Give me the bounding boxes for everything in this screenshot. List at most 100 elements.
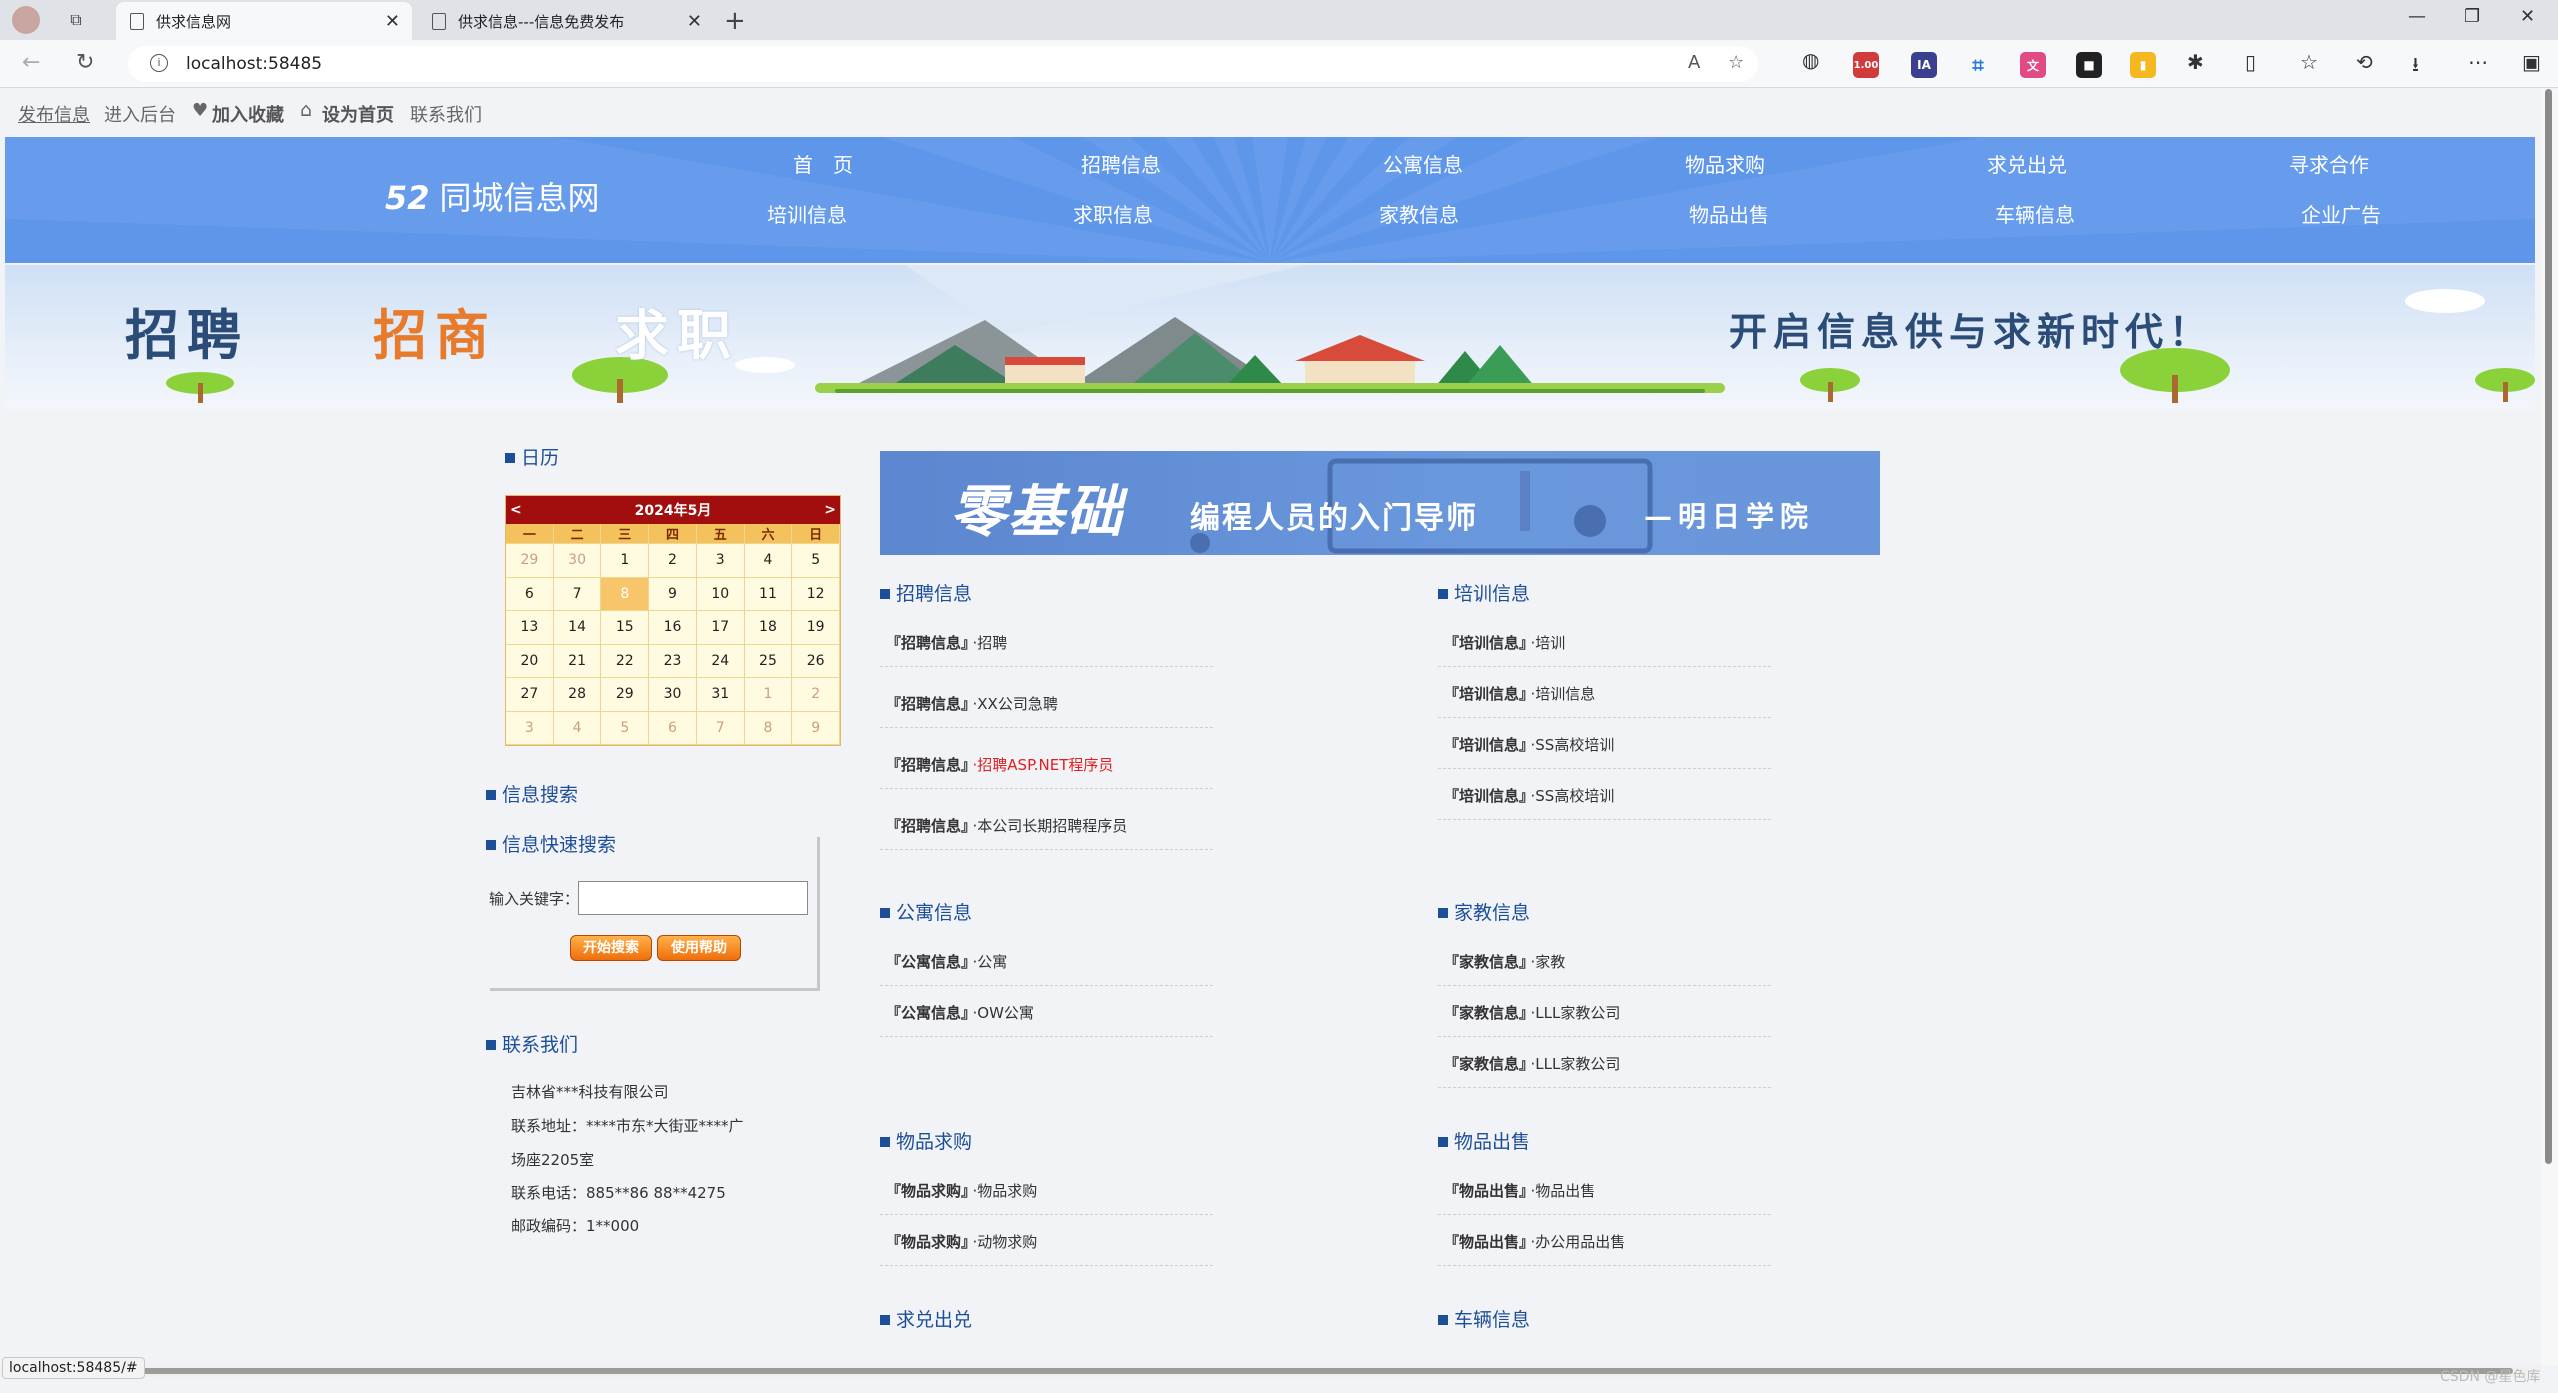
calendar-day[interactable]: 3	[696, 544, 745, 578]
calendar-day[interactable]: 5	[601, 711, 650, 745]
start-search-button[interactable]: 开始搜索	[570, 935, 652, 961]
list-item[interactable]: 『招聘信息』 ·招聘ASP.NET程序员	[880, 753, 1213, 789]
calendar-day[interactable]: 1	[744, 678, 793, 712]
vertical-scrollbar[interactable]	[2541, 89, 2558, 1365]
calendar-day[interactable]: 6	[506, 577, 554, 611]
extension-translate-icon[interactable]: 文	[2020, 52, 2046, 78]
calendar-day[interactable]: 28	[553, 678, 602, 712]
item-title[interactable]: ·物品求购	[973, 1182, 1038, 1200]
list-item[interactable]: 『招聘信息』 ·本公司长期招聘程序员	[880, 814, 1213, 850]
extension-crop-icon[interactable]: ⌗	[1965, 52, 1991, 78]
calendar-day[interactable]: 20	[506, 644, 554, 678]
item-title[interactable]: ·办公用品出售	[1531, 1233, 1626, 1251]
list-item[interactable]: 『培训信息』 ·SS高校培训	[1438, 784, 1771, 820]
read-aloud-icon[interactable]: A	[1688, 52, 1700, 73]
calendar-day[interactable]: 16	[649, 611, 697, 645]
item-title[interactable]: ·LLL家教公司	[1531, 1055, 1621, 1073]
list-item[interactable]: 『物品求购』 ·动物求购	[880, 1230, 1213, 1266]
calendar-day[interactable]: 19	[792, 611, 841, 645]
menu-tutor[interactable]: 家教信息	[1339, 199, 1499, 228]
horizontal-scrollbar[interactable]	[0, 1365, 2541, 1377]
calendar-day[interactable]: 10	[696, 577, 745, 611]
help-button[interactable]: 使用帮助	[657, 935, 741, 961]
item-title[interactable]: ·SS高校培训	[1531, 787, 1615, 805]
calendar-day[interactable]: 23	[649, 644, 697, 678]
back-icon[interactable]: ←	[22, 50, 40, 75]
calendar-day[interactable]: 14	[553, 611, 602, 645]
item-title[interactable]: ·SS高校培训	[1531, 736, 1615, 754]
maximize-icon[interactable]: ❐	[2464, 6, 2480, 27]
item-title[interactable]: ·物品出售	[1531, 1182, 1596, 1200]
menu-transfer[interactable]: 求兑出兑	[1947, 149, 2107, 178]
list-item[interactable]: 『家教信息』 ·家教	[1438, 950, 1771, 986]
list-item[interactable]: 『公寓信息』 ·OW公寓	[880, 1001, 1213, 1037]
extension-badge-icon[interactable]: 1.00	[1853, 52, 1879, 78]
item-title[interactable]: ·培训信息	[1531, 685, 1596, 703]
calendar-day[interactable]: 18	[744, 611, 793, 645]
calendar-day[interactable]: 4	[744, 544, 793, 578]
new-tab-icon[interactable]: +	[724, 6, 746, 36]
contact-us-link[interactable]: 联系我们	[410, 101, 482, 127]
calendar-day[interactable]: 12	[792, 577, 841, 611]
calendar-day[interactable]: 9	[792, 711, 841, 745]
post-info-link[interactable]: 发布信息	[18, 101, 90, 127]
calendar-day[interactable]: 11	[744, 577, 793, 611]
calendar-day[interactable]: 8	[744, 711, 793, 745]
calendar-day[interactable]: 29	[601, 678, 650, 712]
calendar-day[interactable]: 2	[649, 544, 697, 578]
vehicle-section-title[interactable]: 车辆信息	[1438, 1305, 1530, 1332]
calendar-day[interactable]: 30	[649, 678, 697, 712]
sidebar-toggle-icon[interactable]: ▣	[2522, 50, 2541, 74]
prev-month-button[interactable]: <	[510, 502, 522, 518]
calendar-day[interactable]: 7	[553, 577, 602, 611]
calendar-day[interactable]: 21	[553, 644, 602, 678]
keyword-input[interactable]	[578, 881, 808, 915]
item-title[interactable]: ·LLL家教公司	[1531, 1004, 1621, 1022]
close-window-icon[interactable]: ✕	[2520, 6, 2535, 27]
minimize-icon[interactable]: —	[2408, 6, 2426, 27]
extension-earth-icon[interactable]: ◍	[1802, 48, 1819, 72]
split-screen-icon[interactable]: ▯	[2245, 50, 2256, 74]
calendar-day[interactable]: 25	[744, 644, 793, 678]
list-item[interactable]: 『招聘信息』 ·招聘	[880, 631, 1213, 667]
menu-buy[interactable]: 物品求购	[1645, 149, 1805, 178]
calendar-day[interactable]: 6	[649, 711, 697, 745]
calendar-day[interactable]: 26	[792, 644, 841, 678]
calendar-day[interactable]: 13	[506, 611, 554, 645]
list-item[interactable]: 『培训信息』 ·培训	[1438, 631, 1771, 667]
list-item[interactable]: 『培训信息』 ·培训信息	[1438, 682, 1771, 718]
calendar-day[interactable]: 30	[553, 544, 602, 578]
calendar-day[interactable]: 29	[506, 544, 554, 578]
menu-recruit[interactable]: 招聘信息	[1041, 149, 1201, 178]
ad-banner[interactable]: 零基础 编程人员的入门导师 —明日学院	[880, 451, 1880, 555]
item-title[interactable]: ·动物求购	[973, 1233, 1038, 1251]
next-month-button[interactable]: >	[824, 502, 836, 518]
calendar-day[interactable]: 9	[649, 577, 697, 611]
menu-training[interactable]: 培训信息	[727, 199, 887, 228]
tab-1[interactable]: 供求信息网 ✕	[116, 2, 412, 40]
add-favorite-link[interactable]: 加入收藏	[212, 101, 284, 127]
extensions-puzzle-icon[interactable]: ✱	[2187, 50, 2204, 74]
training-section-title[interactable]: 培训信息	[1438, 579, 1530, 606]
set-homepage-link[interactable]: 设为首页	[322, 101, 394, 127]
address-bar[interactable]: i localhost:58485 A ☆	[128, 46, 1758, 82]
item-title[interactable]: ·XX公司急聘	[973, 695, 1058, 713]
list-item[interactable]: 『物品出售』 ·物品出售	[1438, 1179, 1771, 1215]
menu-jobseek[interactable]: 求职信息	[1033, 199, 1193, 228]
item-title[interactable]: ·培训	[1531, 634, 1566, 652]
calendar-day-today[interactable]: 8	[601, 577, 650, 611]
horizontal-scroll-thumb[interactable]	[8, 1368, 2513, 1374]
menu-ads[interactable]: 企业广告	[2261, 199, 2421, 228]
tutor-section-title[interactable]: 家教信息	[1438, 898, 1530, 925]
calendar-day[interactable]: 22	[601, 644, 650, 678]
menu-apartment[interactable]: 公寓信息	[1343, 149, 1503, 178]
list-item[interactable]: 『家教信息』 ·LLL家教公司	[1438, 1052, 1771, 1088]
item-title[interactable]: ·本公司长期招聘程序员	[973, 817, 1128, 835]
tab-2[interactable]: 供求信息---信息免费发布 ✕	[418, 2, 714, 40]
item-title[interactable]: ·招聘	[973, 634, 1008, 652]
favorite-star-icon[interactable]: ☆	[1728, 52, 1744, 73]
extension-ia-icon[interactable]: IA	[1911, 52, 1937, 78]
calendar-day[interactable]: 24	[696, 644, 745, 678]
item-title[interactable]: ·公寓	[973, 953, 1008, 971]
item-title[interactable]: ·家教	[1531, 953, 1566, 971]
